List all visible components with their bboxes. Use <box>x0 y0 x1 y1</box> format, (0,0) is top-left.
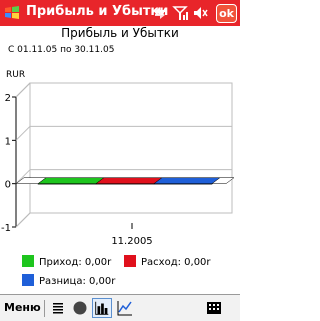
bar-top <box>37 177 105 184</box>
legend-item: Приход: 0,00r <box>22 255 111 268</box>
line-chart-icon[interactable] <box>115 298 135 318</box>
legend-label: Приход: 0,00r <box>39 257 112 268</box>
pie-chart-icon[interactable] <box>70 298 90 318</box>
grid-line-side <box>15 212 31 228</box>
legend-label: Расход: 0,00r <box>141 257 211 268</box>
bar-chart: -1 0 1 2 11.2005 <box>1 82 235 247</box>
bar-top <box>95 177 163 184</box>
x-tick-label: 11.2005 <box>111 236 152 247</box>
list-view-icon[interactable] <box>48 298 68 318</box>
legend-swatch <box>22 274 34 286</box>
menu-button[interactable]: Меню <box>4 301 41 314</box>
y-tick-label: 2 <box>5 93 11 104</box>
grid-line-side <box>15 125 31 141</box>
keyboard-input-icon[interactable] <box>204 298 224 318</box>
menu-bar: Меню <box>0 294 240 321</box>
y-tick-label: -1 <box>1 223 11 234</box>
menu-separator <box>44 300 45 317</box>
bar-top <box>153 177 221 184</box>
legend-item: Расход: 0,00r <box>124 255 211 268</box>
legend-label: Разница: 0,00r <box>39 276 116 287</box>
plot-back-wall <box>29 82 233 214</box>
legend-swatch <box>22 255 34 267</box>
legend-item: Разница: 0,00r <box>22 274 115 287</box>
y-tick-label: 1 <box>5 136 11 147</box>
y-tick-label: 0 <box>5 180 11 191</box>
legend-swatch <box>124 255 136 267</box>
bar-chart-icon[interactable] <box>92 298 112 318</box>
grid-line-side <box>15 82 31 98</box>
